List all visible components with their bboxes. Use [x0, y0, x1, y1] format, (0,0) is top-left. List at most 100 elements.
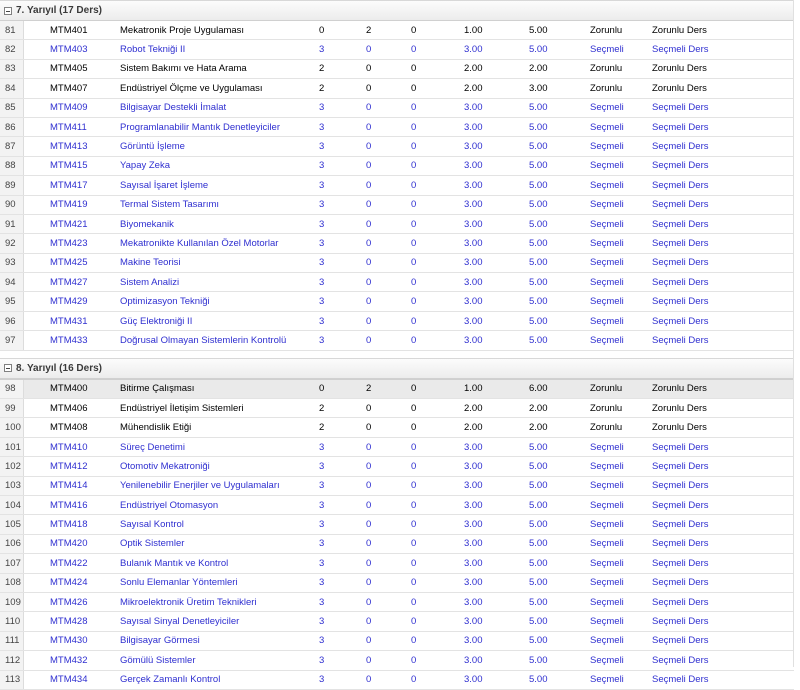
table-row[interactable]: 87 MTM413 Görüntü İşleme 3 0 0 3.00 5.00 Seçmeli…: [0, 137, 794, 157]
table-row[interactable]: 108 MTM424 Sonlu Elemanlar Yöntemleri 3 0 0 3.…: [0, 573, 794, 593]
course-name[interactable]: Endüstriyel Otomasyon: [120, 500, 218, 511]
course-name[interactable]: Termal Sistem Tasarımı: [120, 199, 219, 210]
course-code[interactable]: MTM434: [50, 674, 87, 685]
course-name[interactable]: Bulanık Mantık ve Kontrol: [120, 558, 228, 569]
course-name[interactable]: Mekatronikte Kullanılan Özel Motorlar: [120, 238, 278, 249]
table-row[interactable]: 105 MTM418 Sayısal Kontrol 3 0 0 3.00 5.00 Seçme…: [0, 515, 794, 535]
table-row[interactable]: 84 MTM407 Endüstriyel Ölçme ve Uygulaması 2…: [0, 79, 794, 99]
course-code[interactable]: MTM414: [50, 480, 87, 491]
course-name[interactable]: Sayısal Kontrol: [120, 519, 184, 530]
table-row[interactable]: 88 MTM415 Yapay Zeka 3 0 0 3.00 5.00 Seçmeli Seçm…: [0, 156, 794, 177]
course-name[interactable]: Güç Elektroniği II: [120, 316, 192, 327]
table-row[interactable]: 81 MTM401 Mekatronik Proje Uygulaması 0 2 0 1.…: [0, 21, 794, 41]
course-name[interactable]: Gerçek Zamanlı Kontrol: [120, 674, 220, 685]
scrollbar-edge[interactable]: [793, 0, 800, 667]
course-name[interactable]: Yapay Zeka: [120, 160, 170, 171]
course-code[interactable]: MTM419: [50, 199, 87, 210]
course-code[interactable]: MTM418: [50, 519, 87, 530]
course-code[interactable]: MTM416: [50, 500, 87, 511]
credit: 3.00: [464, 141, 483, 153]
course-name[interactable]: Sistem Analizi: [120, 277, 179, 288]
table-row[interactable]: 90 MTM419 Termal Sistem Tasarımı 3 0 0 3.00 5.0…: [0, 195, 794, 215]
course-code[interactable]: MTM423: [50, 238, 87, 249]
course-type: Seçmeli: [590, 237, 624, 249]
course-name[interactable]: Robot Tekniği II: [120, 44, 185, 55]
course-name[interactable]: Programlanabilir Mantık Denetleyiciler: [120, 122, 280, 133]
course-code[interactable]: MTM412: [50, 461, 87, 472]
course-code[interactable]: MTM411: [50, 122, 87, 133]
table-row[interactable]: 83 MTM405 Sistem Bakımı ve Hata Arama 2 0 0 2.…: [0, 59, 794, 80]
course-code[interactable]: MTM429: [50, 296, 87, 307]
table-row[interactable]: 110 MTM428 Sayısal Sinyal Denetleyiciler 3 0…: [0, 612, 794, 632]
table-row[interactable]: 92 MTM423 Mekatronikte Kullanılan Özel Mot…: [0, 234, 794, 254]
course-code[interactable]: MTM431: [50, 316, 87, 327]
course-code[interactable]: MTM425: [50, 257, 87, 268]
course-code[interactable]: MTM410: [50, 442, 87, 453]
course-type: Seçmeli: [590, 121, 624, 133]
course-name[interactable]: Gömülü Sistemler: [120, 655, 196, 666]
table-row[interactable]: 102 MTM412 Otomotiv Mekatroniği 3 0 0 3.00 5.00…: [0, 457, 794, 477]
practice-hours: 0: [366, 44, 372, 56]
course-code[interactable]: MTM427: [50, 277, 87, 288]
table-row[interactable]: 106 MTM420 Optik Sistemler 3 0 0 3.00 5.00 Seçme…: [0, 534, 794, 555]
course-code[interactable]: MTM415: [50, 160, 87, 171]
course-code[interactable]: MTM428: [50, 616, 87, 627]
course-name[interactable]: Yenilenebilir Enerjiler ve Uygulamaları: [120, 480, 280, 491]
table-row[interactable]: 100 MTM408 Mühendislik Etiği 2 0 0 2.00 2.00 Zor…: [0, 418, 794, 438]
course-code[interactable]: MTM424: [50, 577, 87, 588]
course-name[interactable]: Biyomekanik: [120, 219, 174, 230]
course-code[interactable]: MTM409: [50, 102, 87, 113]
table-row[interactable]: 103 MTM414 Yenilenebilir Enerjiler ve Uygu…: [0, 476, 794, 496]
table-row[interactable]: 82 MTM403 Robot Tekniği II 3 0 0 3.00 5.00 Seçme…: [0, 40, 794, 60]
table-row[interactable]: 113 MTM434 Gerçek Zamanlı Kontrol 3 0 0 3.00 5.…: [0, 670, 794, 690]
course-name[interactable]: Süreç Denetimi: [120, 442, 185, 453]
course-code[interactable]: MTM413: [50, 141, 87, 152]
table-row[interactable]: 109 MTM426 Mikroelektronik Üretim Teknikle…: [0, 592, 794, 613]
course-name[interactable]: Sonlu Elemanlar Yöntemleri: [120, 577, 238, 588]
ects: 5.00: [529, 315, 548, 327]
semester-7-header[interactable]: 7. Yarıyıl (17 Ders): [0, 0, 794, 21]
course-name[interactable]: Görüntü İşleme: [120, 141, 185, 152]
course-name[interactable]: Sayısal İşaret İşleme: [120, 180, 208, 191]
table-row[interactable]: 107 MTM422 Bulanık Mantık ve Kontrol 3 0 0 3.0…: [0, 554, 794, 574]
course-code[interactable]: MTM422: [50, 558, 87, 569]
table-row[interactable]: 104 MTM416 Endüstriyel Otomasyon 3 0 0 3.00 5.0…: [0, 495, 794, 516]
course-name[interactable]: Doğrusal Olmayan Sistemlerin Kontrolü: [120, 335, 286, 346]
course-code[interactable]: MTM433: [50, 335, 87, 346]
table-row[interactable]: 97 MTM433 Doğrusal Olmayan Sistemlerin Kon…: [0, 331, 794, 351]
course-name[interactable]: Optik Sistemler: [120, 538, 184, 549]
table-row[interactable]: 99 MTM406 Endüstriyel İletişim Sistemleri 2…: [0, 399, 794, 419]
table-row[interactable]: 98 MTM400 Bitirme Çalışması 0 2 0 1.00 6.00 Zoru…: [0, 378, 794, 400]
table-row[interactable]: 86 MTM411 Programlanabilir Mantık Denetley…: [0, 117, 794, 138]
course-name[interactable]: Bilgisayar Görmesi: [120, 635, 200, 646]
table-row[interactable]: 101 MTM410 Süreç Denetimi 3 0 0 3.00 5.00 Seçmel…: [0, 437, 794, 458]
collapse-icon[interactable]: [4, 6, 12, 15]
course-name[interactable]: Mikroelektronik Üretim Teknikleri: [120, 597, 257, 608]
course-name[interactable]: Optimizasyon Tekniği: [120, 296, 210, 307]
course-code[interactable]: MTM430: [50, 635, 87, 646]
course-name[interactable]: Otomotiv Mekatroniği: [120, 461, 210, 472]
course-code[interactable]: MTM421: [50, 219, 87, 230]
course-code[interactable]: MTM417: [50, 180, 87, 191]
table-row[interactable]: 96 MTM431 Güç Elektroniği II 3 0 0 3.00 5.00 Seç…: [0, 311, 794, 332]
course-type: Seçmeli: [590, 160, 624, 172]
course-code[interactable]: MTM420: [50, 538, 87, 549]
table-row[interactable]: 95 MTM429 Optimizasyon Tekniği 3 0 0 3.00 5.00 S…: [0, 292, 794, 312]
table-row[interactable]: 93 MTM425 Makine Teorisi 3 0 0 3.00 5.00 Seçmeli…: [0, 253, 794, 274]
course-code[interactable]: MTM403: [50, 44, 87, 55]
table-row[interactable]: 89 MTM417 Sayısal İşaret İşleme 3 0 0 3.00 5.00…: [0, 176, 794, 196]
course-name[interactable]: Bilgisayar Destekli İmalat: [120, 102, 226, 113]
table-row[interactable]: 91 MTM421 Biyomekanik 3 0 0 3.00 5.00 Seçmeli Seç…: [0, 214, 794, 235]
course-code[interactable]: MTM426: [50, 597, 87, 608]
collapse-icon[interactable]: [4, 364, 12, 373]
semester-8-header[interactable]: 8. Yarıyıl (16 Ders): [0, 357, 794, 379]
course-type: Seçmeli: [590, 179, 624, 191]
course-name[interactable]: Sayısal Sinyal Denetleyiciler: [120, 616, 239, 627]
table-row[interactable]: 111 MTM430 Bilgisayar Görmesi 3 0 0 3.00 5.00 Se…: [0, 631, 794, 652]
course-code[interactable]: MTM432: [50, 655, 87, 666]
course-name[interactable]: Makine Teorisi: [120, 257, 181, 268]
table-row[interactable]: 112 MTM432 Gömülü Sistemler 3 0 0 3.00 5.00 Seçm…: [0, 651, 794, 671]
table-row[interactable]: 85 MTM409 Bilgisayar Destekli İmalat 3 0 0 3.0…: [0, 98, 794, 118]
row-number: 91: [0, 214, 24, 234]
table-row[interactable]: 94 MTM427 Sistem Analizi 3 0 0 3.00 5.00 Seçmeli…: [0, 273, 794, 293]
